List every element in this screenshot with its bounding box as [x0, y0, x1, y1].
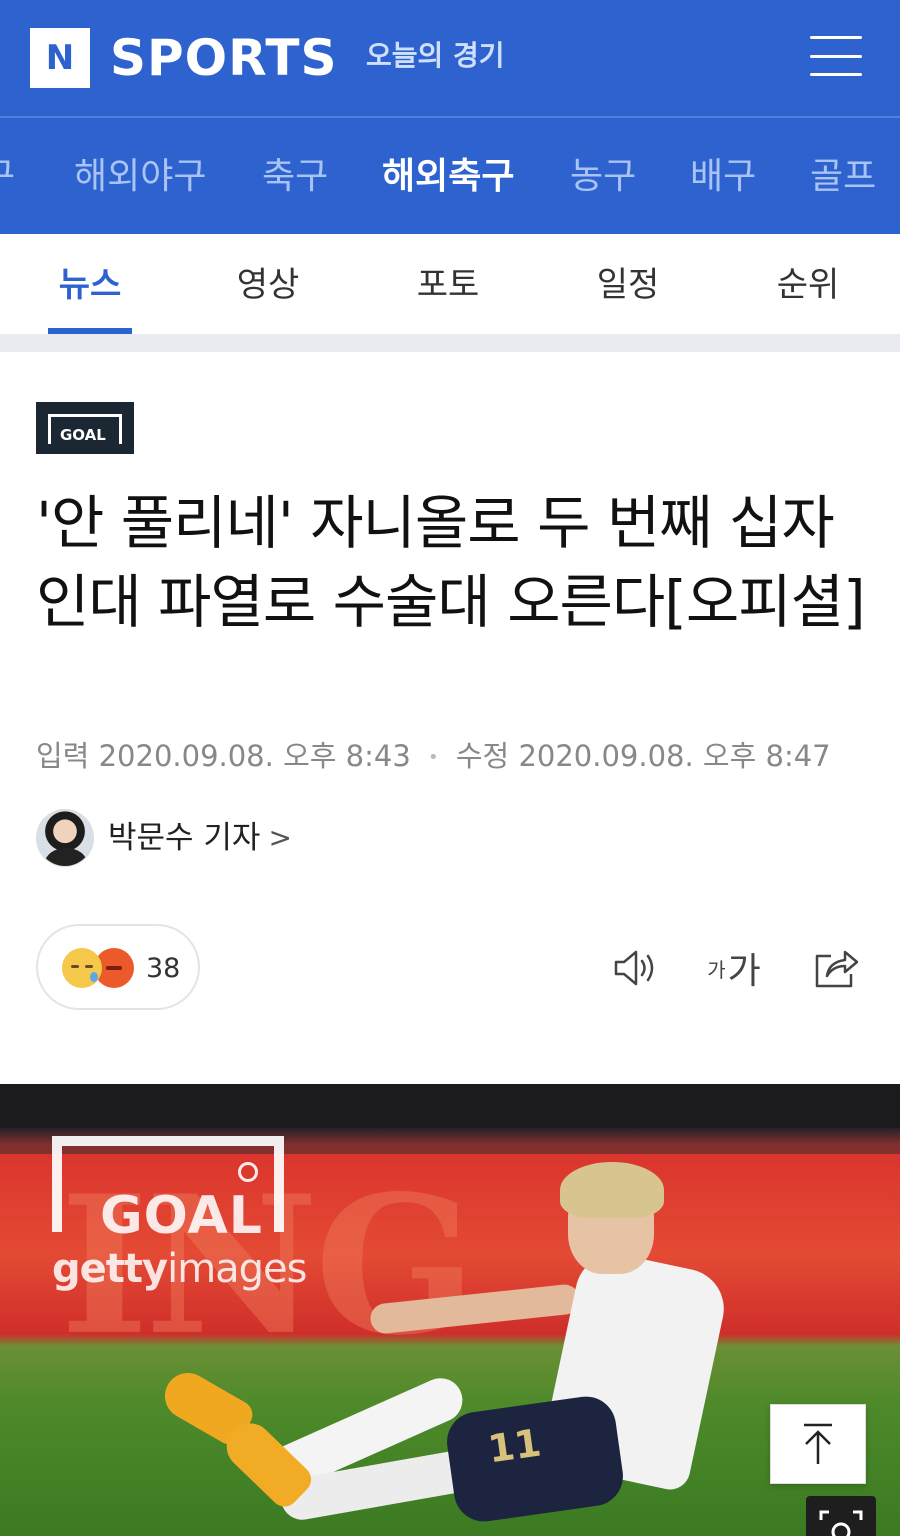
sport-nav-item-golf[interactable]: 골프 [810, 152, 876, 202]
scroll-to-top-button[interactable] [770, 1404, 866, 1484]
press-logo[interactable]: GOAL [36, 402, 134, 454]
tab-video[interactable]: 영상 [208, 262, 328, 308]
reporter-avatar [36, 809, 94, 867]
font-size-large-label: 가 [727, 951, 761, 992]
hamburger-menu-icon[interactable] [810, 36, 862, 76]
sad-emoji-icon [62, 948, 102, 988]
sport-nav-item-overseas-baseball[interactable]: 해외야구 [74, 152, 206, 202]
sport-nav-item-baseball[interactable]: 구 [0, 152, 15, 202]
article-photo[interactable]: ING GOAL gettyimages 11 [0, 1084, 900, 1536]
reaction-count: 38 [146, 953, 181, 984]
modified-time: 2020.09.08. 오후 8:47 [518, 739, 831, 773]
sport-nav-item-basketball[interactable]: 농구 [570, 152, 636, 202]
goal-watermark-dot [238, 1162, 258, 1182]
naver-logo[interactable]: N [30, 28, 90, 88]
tab-schedule[interactable]: 일정 [568, 262, 688, 308]
content-sub-tabs: 뉴스 영상 포토 일정 순위 [0, 234, 900, 334]
tab-news[interactable]: 뉴스 [30, 262, 150, 308]
top-header: N SPORTS 오늘의 경기 [0, 0, 900, 116]
sport-nav-item-football[interactable]: 축구 [262, 152, 328, 202]
meta-separator: • [428, 747, 439, 768]
article-headline: '안 풀리네' 자니올로 두 번째 십자인대 파열로 수술대 오른다[오피셜] [36, 489, 866, 636]
today-games-link[interactable]: 오늘의 경기 [366, 36, 505, 76]
speaker-icon[interactable] [610, 940, 662, 996]
getty-bold-text: getty [52, 1246, 168, 1292]
input-label: 입력 [36, 739, 90, 773]
reporter-link[interactable]: 박문수 기자 > [36, 808, 292, 868]
article-timestamps: 입력 2020.09.08. 오후 8:43 • 수정 2020.09.08. … [36, 736, 831, 778]
player-hair [560, 1162, 664, 1218]
section-divider [0, 334, 900, 352]
sport-nav-item-volleyball[interactable]: 배구 [690, 152, 756, 202]
font-size-small-label: 가 [707, 957, 726, 982]
font-size-button[interactable]: 가가 [704, 940, 764, 996]
tab-ranking[interactable]: 순위 [748, 262, 868, 308]
capture-icon[interactable] [806, 1496, 876, 1536]
sport-category-nav: 구 해외야구 축구 해외축구 농구 배구 골프 [0, 116, 900, 234]
logo-letter: N [45, 38, 75, 78]
getty-watermark: gettyimages [52, 1246, 308, 1292]
arrow-up-icon [804, 1423, 832, 1464]
press-logo-text: GOAL [60, 426, 106, 444]
input-time: 2020.09.08. 오후 8:43 [98, 739, 411, 773]
jersey-number: 11 [485, 1420, 544, 1472]
tear-drop-icon [90, 972, 98, 982]
sport-nav-item-overseas-football[interactable]: 해외축구 [382, 152, 514, 202]
share-icon[interactable] [812, 940, 860, 996]
sports-brand-link[interactable]: SPORTS [110, 28, 338, 88]
reaction-button[interactable]: 38 [36, 924, 200, 1010]
chevron-right-icon: > [268, 821, 292, 854]
reporter-name: 박문수 기자 [108, 820, 261, 856]
modified-label: 수정 [455, 739, 510, 773]
goal-watermark-text: GOAL [100, 1186, 263, 1246]
getty-light-text: images [167, 1246, 307, 1292]
tab-photo[interactable]: 포토 [388, 262, 508, 308]
